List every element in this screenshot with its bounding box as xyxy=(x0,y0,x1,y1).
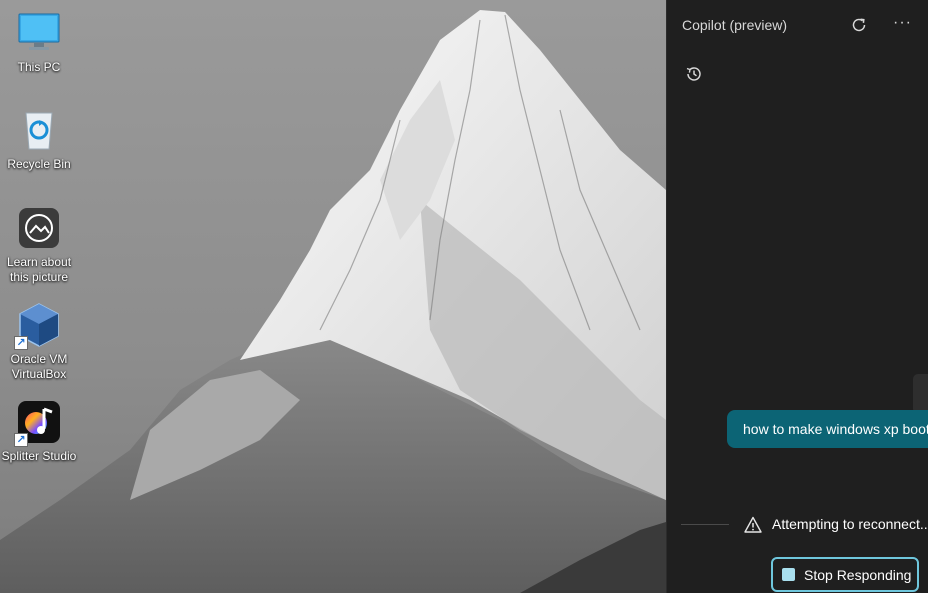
stop-icon xyxy=(782,568,795,581)
more-options-button[interactable]: ··· xyxy=(893,15,913,35)
refresh-icon xyxy=(852,18,866,32)
more-icon: ··· xyxy=(893,14,912,31)
desktop-wallpaper xyxy=(0,0,666,593)
splitter-studio-icon: ↗ xyxy=(14,399,62,447)
monitor-icon xyxy=(16,10,62,56)
stop-responding-button[interactable]: Stop Responding xyxy=(771,557,919,592)
desktop-icon-label: Oracle VM VirtualBox xyxy=(10,352,68,381)
warning-icon xyxy=(743,515,763,535)
refresh-button[interactable] xyxy=(850,16,868,34)
stop-responding-label: Stop Responding xyxy=(804,567,912,583)
history-icon xyxy=(686,67,701,81)
desktop-icon-label: Splitter Studio xyxy=(1,449,77,463)
desktop-icon-this-pc[interactable]: This PC xyxy=(0,10,78,75)
desktop-icon-label: This PC xyxy=(17,60,61,74)
desktop-icon-splitter-studio[interactable]: ↗ Splitter Studio xyxy=(0,399,78,464)
virtualbox-icon: ↗ xyxy=(14,302,62,350)
history-button[interactable] xyxy=(684,64,704,84)
side-handle[interactable] xyxy=(913,374,928,414)
copilot-title: Copilot (preview) xyxy=(682,17,788,33)
shortcut-arrow-icon: ↗ xyxy=(14,336,28,350)
camera-icon xyxy=(16,205,62,251)
status-divider xyxy=(681,524,729,525)
desktop-icon-recycle-bin[interactable]: Recycle Bin xyxy=(0,107,78,172)
recycle-bin-icon xyxy=(16,107,62,153)
desktop-icon-virtualbox[interactable]: ↗ Oracle VM VirtualBox xyxy=(0,302,78,382)
desktop-icon-label: Recycle Bin xyxy=(7,157,71,171)
desktop-screen: This PC Recycle Bin Learn about this pic… xyxy=(0,0,928,593)
desktop-icon-learn-about-picture[interactable]: Learn about this picture xyxy=(0,205,78,285)
desktop-icon-label: Learn about this picture xyxy=(6,255,72,284)
mountain-wallpaper-image xyxy=(0,10,666,593)
shortcut-arrow-icon: ↗ xyxy=(14,433,28,447)
user-message-bubble: how to make windows xp boot xyxy=(727,410,928,448)
copilot-panel: Copilot (preview) ··· how to make window… xyxy=(666,0,928,593)
connection-status: Attempting to reconnect... xyxy=(681,513,928,537)
status-text: Attempting to reconnect... xyxy=(772,516,928,532)
